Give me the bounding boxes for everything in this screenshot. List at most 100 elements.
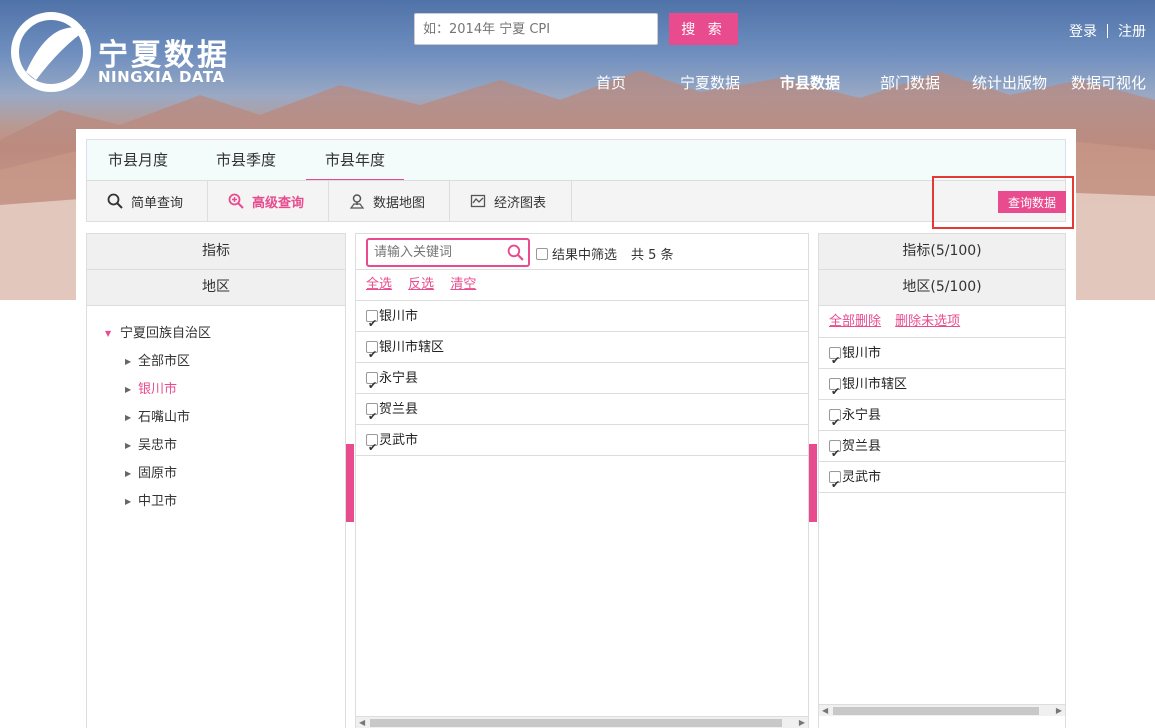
tree-label: 宁夏回族自治区 (120, 326, 212, 341)
login-link[interactable]: 登录 (1069, 21, 1097, 41)
filter-label: 结果中筛选 (552, 248, 618, 263)
item-checkbox[interactable] (366, 370, 378, 401)
tree-label: 吴忠市 (138, 438, 178, 453)
search-icon[interactable] (507, 244, 524, 261)
expand-right-icon[interactable]: ▶ (125, 488, 131, 516)
expand-right-icon[interactable]: ▶ (125, 432, 131, 460)
tool-simple-query[interactable]: 简单查询 (87, 181, 208, 221)
item-checkbox[interactable] (366, 308, 378, 339)
tree-node-all-cities[interactable]: ▶ 全部市区 (87, 348, 345, 376)
filter-checkbox[interactable] (536, 247, 548, 260)
keyword-bar: 结果中筛选 共 5 条 (356, 234, 808, 270)
horizontal-scrollbar[interactable]: ◀ ▶ (356, 716, 808, 728)
item-checkbox[interactable] (366, 401, 378, 432)
selected-item[interactable]: 永宁县 (819, 400, 1065, 438)
tree-node-wuzhong[interactable]: ▶ 吴忠市 (87, 432, 345, 460)
nav-ningxia-data[interactable]: 宁夏数据 (680, 72, 740, 93)
tree-node-shizuishan[interactable]: ▶ 石嘴山市 (87, 404, 345, 432)
selected-item[interactable]: 银川市辖区 (819, 369, 1065, 407)
scroll-right-icon[interactable]: ▶ (1056, 705, 1062, 717)
tree-node-guyuan[interactable]: ▶ 固原市 (87, 460, 345, 488)
selected-indicator-header[interactable]: 指标(5/100) (819, 234, 1065, 270)
highlight-annotation-box (932, 176, 1074, 229)
nav-visualization[interactable]: 数据可视化 (1071, 72, 1146, 93)
keyword-input[interactable] (368, 240, 498, 265)
search-icon (107, 193, 123, 209)
tree-label: 全部市区 (138, 354, 191, 369)
period-tabs: 市县月度 市县季度 市县年度 (86, 139, 1066, 181)
region-tree: ▼ 宁夏回族自治区 ▶ 全部市区 ▶ 银川市 ▶ 石嘴山市 ▶ 吴忠市 ▶ 固原… (87, 306, 345, 516)
nav-county-data[interactable]: 市县数据 (780, 72, 840, 93)
selected-item[interactable]: 灵武市 (819, 462, 1065, 500)
expand-right-icon[interactable]: ▶ (125, 460, 131, 488)
chart-icon (470, 194, 486, 208)
nav-department-data[interactable]: 部门数据 (880, 72, 940, 93)
filter-in-results[interactable]: 结果中筛选 共 5 条 (536, 244, 674, 263)
tool-data-map[interactable]: 数据地图 (329, 181, 450, 221)
item-checkbox[interactable] (366, 432, 378, 463)
tree-node-zhongwei[interactable]: ▶ 中卫市 (87, 488, 345, 516)
nav-home[interactable]: 首页 (596, 72, 626, 93)
search-input[interactable] (414, 13, 658, 45)
list-item[interactable]: 银川市 (356, 301, 808, 339)
expand-down-icon[interactable]: ▼ (105, 320, 111, 348)
item-label: 永宁县 (379, 370, 419, 386)
selected-item[interactable]: 贺兰县 (819, 431, 1065, 469)
item-label: 银川市辖区 (842, 376, 908, 392)
item-label: 贺兰县 (842, 438, 882, 454)
delete-all-link[interactable]: 全部删除 (829, 314, 881, 329)
item-checkbox[interactable] (829, 376, 841, 407)
tab-county-yearly[interactable]: 市县年度 (306, 140, 405, 181)
expand-right-icon[interactable]: ▶ (125, 348, 131, 376)
item-checkbox[interactable] (366, 339, 378, 370)
tree-label: 石嘴山市 (138, 410, 191, 425)
horizontal-scrollbar[interactable]: ◀ ▶ (819, 704, 1065, 716)
selected-item[interactable]: 银川市 (819, 338, 1065, 376)
invert-selection-link[interactable]: 反选 (408, 277, 434, 292)
middle-column: 结果中筛选 共 5 条 全选 反选 清空 银川市 银川市辖区 永宁县 贺兰县 灵… (355, 233, 809, 728)
expand-right-icon[interactable]: ▶ (125, 376, 131, 404)
selected-region-header[interactable]: 地区(5/100) (819, 270, 1065, 306)
item-checkbox[interactable] (829, 438, 841, 469)
list-item[interactable]: 灵武市 (356, 425, 808, 463)
scroll-right-icon[interactable]: ▶ (799, 717, 805, 728)
right-resize-handle[interactable] (809, 444, 817, 522)
list-item[interactable]: 永宁县 (356, 363, 808, 401)
selection-links: 全选 反选 清空 (356, 270, 808, 301)
result-count: 共 5 条 (631, 248, 674, 263)
clear-link[interactable]: 清空 (450, 277, 476, 292)
tab-county-quarterly[interactable]: 市县季度 (216, 140, 276, 181)
item-label: 银川市 (379, 308, 419, 324)
left-resize-handle[interactable] (346, 444, 354, 522)
tool-advanced-query[interactable]: 高级查询 (208, 181, 329, 221)
tool-economic-chart[interactable]: 经济图表 (450, 181, 572, 221)
search-button[interactable]: 搜 索 (669, 13, 738, 45)
nav-publications[interactable]: 统计出版物 (972, 72, 1047, 93)
tree-node-yinchuan[interactable]: ▶ 银川市 (87, 376, 345, 404)
tree-label: 中卫市 (138, 494, 178, 509)
scroll-thumb[interactable] (833, 707, 1039, 715)
item-label: 贺兰县 (379, 401, 419, 417)
scroll-thumb[interactable] (370, 719, 782, 727)
register-link[interactable]: 注册 (1118, 21, 1146, 41)
map-pin-icon (349, 194, 365, 209)
scroll-left-icon[interactable]: ◀ (359, 717, 365, 728)
right-column: 指标(5/100) 地区(5/100) 全部删除 删除未选项 银川市 银川市辖区… (818, 233, 1066, 728)
list-item[interactable]: 银川市辖区 (356, 332, 808, 370)
item-checkbox[interactable] (829, 407, 841, 438)
scroll-left-icon[interactable]: ◀ (822, 705, 828, 717)
delete-unselected-link[interactable]: 删除未选项 (895, 314, 960, 329)
tab-county-monthly[interactable]: 市县月度 (108, 140, 168, 181)
region-header[interactable]: 地区 (87, 270, 345, 306)
tree-node-ningxia[interactable]: ▼ 宁夏回族自治区 (87, 320, 345, 348)
indicator-header[interactable]: 指标 (87, 234, 345, 270)
select-all-link[interactable]: 全选 (366, 277, 392, 292)
list-item[interactable]: 贺兰县 (356, 394, 808, 432)
item-checkbox[interactable] (829, 469, 841, 500)
expand-right-icon[interactable]: ▶ (125, 404, 131, 432)
item-label: 永宁县 (842, 407, 882, 423)
brand-name-en: NINGXIA DATA (98, 68, 225, 86)
tool-label: 数据地图 (373, 195, 426, 211)
item-checkbox[interactable] (829, 345, 841, 376)
item-label: 灵武市 (842, 469, 882, 485)
